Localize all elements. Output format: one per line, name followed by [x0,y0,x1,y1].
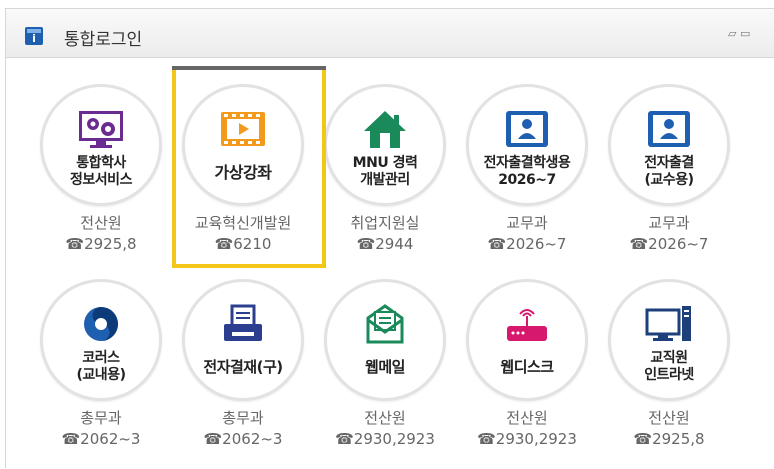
window-tools-icon[interactable]: ▱ ▭ [728,27,750,40]
printer-doc-icon [224,304,262,341]
monitor-gears-icon [79,111,123,148]
router-icon [507,309,547,341]
tile-department: 전산원 [506,409,548,427]
tile-label: 웹디스크 [500,358,554,376]
tile-department: 총무과 [80,409,122,427]
tile-phone: ☎2062~3 [203,430,283,448]
tile-e-attendance-student[interactable]: 전자출결학생용 2026~7 교무과 ☎2026~7 [456,84,598,274]
tile-phone: ☎6210 [214,235,272,253]
envelope-icon [366,304,404,344]
tile-phone: ☎2930,2923 [335,430,435,448]
tile-label: 코러스 (교내용) [76,350,126,383]
tile-department: 전산원 [80,214,122,232]
tile-label: 웹메일 [365,358,405,376]
tile-circle[interactable]: 교직원 인트라넷 [608,279,730,401]
tile-staff-intranet[interactable]: 교직원 인트라넷 전산원 ☎2925,8 [598,279,740,469]
tile-circle[interactable]: 코러스 (교내용) [40,279,162,401]
tile-label: 통합학사 정보서비스 [70,155,132,188]
tile-circle[interactable]: 가상강좌 [182,84,304,206]
tile-label: 전자결재(구) [203,358,283,376]
tile-department: 교무과 [648,214,690,232]
tile-phone: ☎2925,8 [65,235,137,253]
tile-label: 가상강좌 [214,163,272,182]
panel-header: i 통합로그인 ▱ ▭ [5,8,774,58]
tile-label: 전자출결 (교수용) [644,155,694,188]
tile-phone: ☎2944 [356,235,414,253]
tile-circle[interactable]: 웹메일 [324,279,446,401]
tile-mnu-career[interactable]: MNU 경력 개발관리 취업지원실 ☎2944 [314,84,456,274]
login-panel: i 통합로그인 ▱ ▭ 통합학사 정보서비스 전산원 ☎2925,8 가상강좌 … [0,0,774,468]
tile-department: 전산원 [648,409,690,427]
tile-integrated-academic[interactable]: 통합학사 정보서비스 전산원 ☎2925,8 [30,84,172,274]
tile-department: 취업지원실 [350,214,420,232]
tile-department: 전산원 [364,409,406,427]
tile-department: 교육혁신개발원 [194,214,292,232]
tile-phone: ☎2930,2923 [477,430,577,448]
tile-circle[interactable]: 전자결재(구) [182,279,304,401]
tile-e-attendance-professor[interactable]: 전자출결 (교수용) 교무과 ☎2026~7 [598,84,740,274]
tile-department: 총무과 [222,409,264,427]
tile-virtual-lecture[interactable]: 가상강좌 교육혁신개발원 ☎6210 [172,84,314,274]
tile-circle[interactable]: MNU 경력 개발관리 [324,84,446,206]
panel-title: 통합로그인 [64,30,143,50]
tile-korus[interactable]: 코러스 (교내용) 총무과 ☎2062~3 [30,279,172,469]
tile-circle[interactable]: 전자출결 (교수용) [608,84,730,206]
tile-circle[interactable]: 통합학사 정보서비스 [40,84,162,206]
tablet-user-icon [506,111,548,147]
tablet-user-icon [648,111,690,147]
tile-phone: ☎2925,8 [633,430,705,448]
tile-label: 교직원 인트라넷 [644,350,694,383]
tile-phone: ☎2026~7 [487,235,567,253]
tile-circle[interactable]: 웹디스크 [466,279,588,401]
tile-e-approval[interactable]: 전자결재(구) 총무과 ☎2062~3 [172,279,314,469]
house-icon [364,111,406,148]
tile-phone: ☎2026~7 [629,235,709,253]
tile-label: MNU 경력 개발관리 [352,155,418,188]
tile-webdisk[interactable]: 웹디스크 전산원 ☎2930,2923 [456,279,598,469]
korus-logo-icon [84,307,118,341]
tile-department: 교무과 [506,214,548,232]
info-icon: i [25,27,43,45]
tile-phone: ☎2062~3 [61,430,141,448]
film-play-icon [221,112,265,146]
tile-circle[interactable]: 전자출결학생용 2026~7 [466,84,588,206]
desktop-computer-icon [645,306,691,341]
tile-label: 전자출결학생용 2026~7 [483,155,571,188]
tile-webmail[interactable]: 웹메일 전산원 ☎2930,2923 [314,279,456,469]
